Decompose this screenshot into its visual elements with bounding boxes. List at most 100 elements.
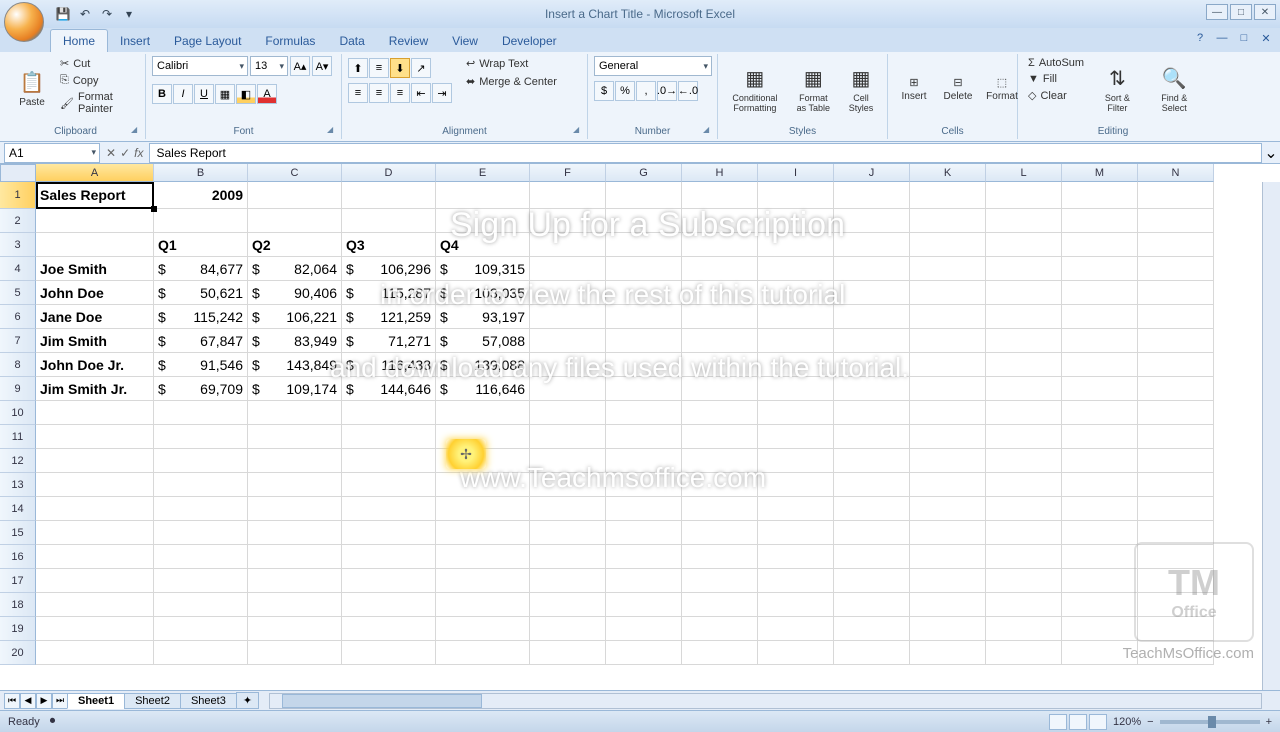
cell-N11[interactable]	[1138, 425, 1214, 449]
cell-N13[interactable]	[1138, 473, 1214, 497]
cell-F5[interactable]	[530, 281, 606, 305]
align-center-icon[interactable]: ≡	[369, 83, 389, 103]
cell-F1[interactable]	[530, 182, 606, 209]
cell-I20[interactable]	[758, 641, 834, 665]
cell-K6[interactable]	[910, 305, 986, 329]
cell-D7[interactable]: $71,271	[342, 329, 436, 353]
cell-F19[interactable]	[530, 617, 606, 641]
cell-G11[interactable]	[606, 425, 682, 449]
cell-E16[interactable]	[436, 545, 530, 569]
cell-A4[interactable]: Joe Smith	[36, 257, 154, 281]
cell-I19[interactable]	[758, 617, 834, 641]
col-header-C[interactable]: C	[248, 164, 342, 182]
cell-D10[interactable]	[342, 401, 436, 425]
cell-A20[interactable]	[36, 641, 154, 665]
cell-I8[interactable]	[758, 353, 834, 377]
cell-I13[interactable]	[758, 473, 834, 497]
cell-A19[interactable]	[36, 617, 154, 641]
cell-C10[interactable]	[248, 401, 342, 425]
cell-L12[interactable]	[986, 449, 1062, 473]
cell-F17[interactable]	[530, 569, 606, 593]
cell-C15[interactable]	[248, 521, 342, 545]
row-header-12[interactable]: 12	[0, 449, 36, 473]
cell-G5[interactable]	[606, 281, 682, 305]
bold-button[interactable]: B	[152, 84, 172, 104]
cell-A14[interactable]	[36, 497, 154, 521]
cell-J5[interactable]	[834, 281, 910, 305]
cell-M4[interactable]	[1062, 257, 1138, 281]
cell-C13[interactable]	[248, 473, 342, 497]
cell-N1[interactable]	[1138, 182, 1214, 209]
autosum-button[interactable]: ΣAutoSum	[1024, 56, 1088, 70]
cell-G18[interactable]	[606, 593, 682, 617]
number-format-dropdown[interactable]: General	[594, 56, 712, 76]
col-header-B[interactable]: B	[154, 164, 248, 182]
ribbon-close-icon[interactable]: ✕	[1258, 30, 1274, 46]
cell-H18[interactable]	[682, 593, 758, 617]
increase-indent-icon[interactable]: ⇥	[432, 83, 452, 103]
cell-F11[interactable]	[530, 425, 606, 449]
row-header-16[interactable]: 16	[0, 545, 36, 569]
align-top-icon[interactable]: ⬆	[348, 58, 368, 78]
cell-J7[interactable]	[834, 329, 910, 353]
cell-I5[interactable]	[758, 281, 834, 305]
number-launcher-icon[interactable]: ◢	[703, 125, 715, 137]
cell-I6[interactable]	[758, 305, 834, 329]
cell-L9[interactable]	[986, 377, 1062, 401]
cell-H15[interactable]	[682, 521, 758, 545]
cell-J12[interactable]	[834, 449, 910, 473]
cell-H14[interactable]	[682, 497, 758, 521]
fx-icon[interactable]: fx	[134, 146, 143, 160]
cell-D6[interactable]: $121,259	[342, 305, 436, 329]
cell-A12[interactable]	[36, 449, 154, 473]
col-header-G[interactable]: G	[606, 164, 682, 182]
cell-M6[interactable]	[1062, 305, 1138, 329]
cell-B9[interactable]: $69,709	[154, 377, 248, 401]
cell-K12[interactable]	[910, 449, 986, 473]
page-break-view-icon[interactable]	[1089, 714, 1107, 730]
cell-G15[interactable]	[606, 521, 682, 545]
cell-C2[interactable]	[248, 209, 342, 233]
cell-A1[interactable]: Sales Report	[36, 182, 154, 209]
cell-F14[interactable]	[530, 497, 606, 521]
cell-C20[interactable]	[248, 641, 342, 665]
cell-M3[interactable]	[1062, 233, 1138, 257]
cell-E14[interactable]	[436, 497, 530, 521]
sheet-tab-2[interactable]: Sheet2	[124, 693, 181, 709]
cell-I17[interactable]	[758, 569, 834, 593]
cell-F7[interactable]	[530, 329, 606, 353]
cell-K2[interactable]	[910, 209, 986, 233]
normal-view-icon[interactable]	[1049, 714, 1067, 730]
cell-A9[interactable]: Jim Smith Jr.	[36, 377, 154, 401]
minimize-button[interactable]: —	[1206, 4, 1228, 20]
font-size-dropdown[interactable]: 13	[250, 56, 288, 76]
cell-B10[interactable]	[154, 401, 248, 425]
cell-I14[interactable]	[758, 497, 834, 521]
cell-J3[interactable]	[834, 233, 910, 257]
cell-N2[interactable]	[1138, 209, 1214, 233]
tab-formulas[interactable]: Formulas	[253, 30, 327, 52]
percent-icon[interactable]: %	[615, 81, 635, 101]
col-header-K[interactable]: K	[910, 164, 986, 182]
cell-C1[interactable]	[248, 182, 342, 209]
enter-formula-icon[interactable]: ✓	[120, 146, 130, 160]
cell-J9[interactable]	[834, 377, 910, 401]
cell-E8[interactable]: $139,088	[436, 353, 530, 377]
cell-B5[interactable]: $50,621	[154, 281, 248, 305]
cell-B2[interactable]	[154, 209, 248, 233]
font-launcher-icon[interactable]: ◢	[327, 125, 339, 137]
underline-button[interactable]: U	[194, 84, 214, 104]
cell-M10[interactable]	[1062, 401, 1138, 425]
cell-E18[interactable]	[436, 593, 530, 617]
cell-H20[interactable]	[682, 641, 758, 665]
cell-D1[interactable]	[342, 182, 436, 209]
sheet-nav-next-icon[interactable]: ▶	[36, 693, 52, 709]
cell-C19[interactable]	[248, 617, 342, 641]
cell-C16[interactable]	[248, 545, 342, 569]
cell-D15[interactable]	[342, 521, 436, 545]
cell-E17[interactable]	[436, 569, 530, 593]
close-button[interactable]: ✕	[1254, 4, 1276, 20]
cell-K3[interactable]	[910, 233, 986, 257]
delete-cells-button[interactable]: ⊟Delete	[938, 56, 978, 122]
cell-I11[interactable]	[758, 425, 834, 449]
